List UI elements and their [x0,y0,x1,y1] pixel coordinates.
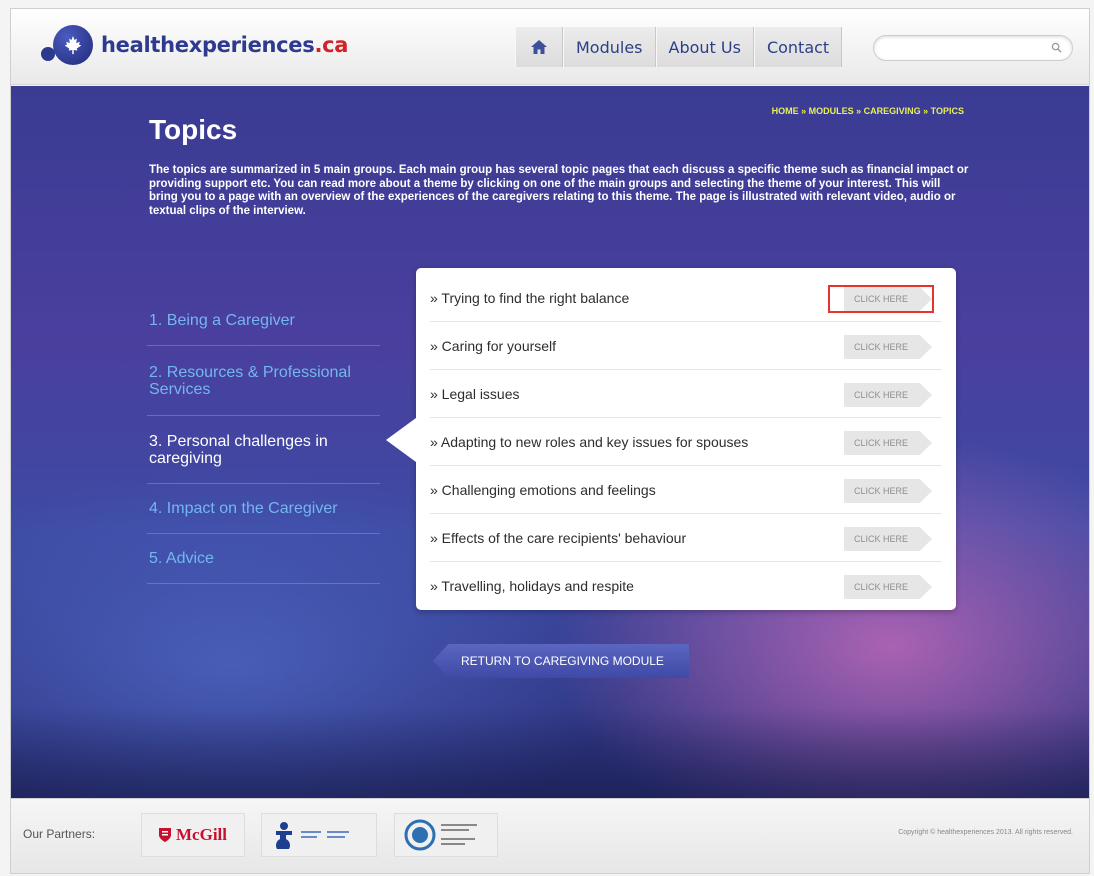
partner-name: McGill [176,825,227,844]
intro-paragraph: The topics are summarized in 5 main grou… [149,164,969,217]
click-here-button[interactable]: CLICK HERE [844,335,932,359]
topic-groups-list: 1. Being a Caregiver 2. Resources & Prof… [147,296,380,584]
highlight-box [828,285,934,313]
topic-label[interactable]: » Legal issues [430,386,520,402]
topic-row: » Legal issues CLICK HERE [430,370,942,418]
partner-figure-logo-icon [276,822,349,849]
copyright-notice: Copyright © healthexperiences 2013. All … [898,829,1073,836]
nav-modules[interactable]: Modules [563,27,656,67]
page-title: Topics [149,114,238,145]
nav-contact[interactable]: Contact [753,27,843,67]
click-here-button[interactable]: CLICK HERE [844,431,932,455]
nav-home[interactable] [515,27,563,67]
click-here-button[interactable]: CLICK HERE [844,383,932,407]
topic-label[interactable]: » Challenging emotions and feelings [430,482,656,498]
partner-logo-3[interactable] [394,813,498,857]
partner-logo-mcgill[interactable]: McGill [141,813,245,857]
topic-row: » Trying to find the right balance CLICK… [430,274,942,322]
maple-leaf-logo-icon [39,21,99,69]
topic-label[interactable]: » Travelling, holidays and respite [430,578,634,594]
topic-label[interactable]: » Caring for yourself [430,338,556,354]
partners-label: Our Partners: [23,827,96,841]
group-item-personal-challenges[interactable]: 3. Personal challenges in caregiving [147,416,380,484]
group-item-being-a-caregiver[interactable]: 1. Being a Caregiver [147,296,380,346]
click-here-button[interactable]: CLICK HERE [844,479,932,503]
topic-row: » Adapting to new roles and key issues f… [430,418,942,466]
site-logo[interactable]: healthexperiences.ca [39,21,348,69]
topic-label[interactable]: » Adapting to new roles and key issues f… [430,434,748,450]
nav-about-us[interactable]: About Us [655,27,754,67]
return-to-module-button[interactable]: RETURN TO CAREGIVING MODULE [433,644,689,678]
partner-globe-logo-icon [404,819,477,851]
home-icon [531,40,547,54]
main-content: HOME » MODULES » CAREGIVING » TOPICS Top… [11,86,1089,798]
topic-row: » Effects of the care recipients' behavi… [430,514,942,562]
click-here-button[interactable]: CLICK HERE [844,527,932,551]
topic-row: » Travelling, holidays and respite CLICK… [430,562,942,610]
card-pointer [386,418,416,462]
main-nav: Modules About Us Contact [515,27,843,67]
topics-card: » Trying to find the right balance CLICK… [386,268,956,610]
site-header: healthexperiences.ca Modules About Us Co… [11,9,1089,85]
search-box [873,35,1073,61]
topic-row: » Caring for yourself CLICK HERE [430,322,942,370]
browser-viewport: healthexperiences.ca Modules About Us Co… [10,8,1090,874]
topic-row: » Challenging emotions and feelings CLIC… [430,466,942,514]
group-item-impact-on-caregiver[interactable]: 4. Impact on the Caregiver [147,484,380,534]
topic-label[interactable]: » Effects of the care recipients' behavi… [430,530,686,546]
search-input[interactable] [874,36,1044,60]
breadcrumb[interactable]: HOME » MODULES » CAREGIVING » TOPICS [772,106,964,116]
topic-label[interactable]: » Trying to find the right balance [430,290,629,306]
site-footer: Our Partners: McGill Copyright © healthe… [11,798,1089,873]
logo-wordmark: healthexperiences.ca [101,33,349,57]
mcgill-crest-icon [159,828,171,842]
search-icon[interactable] [1051,42,1062,53]
partner-logo-2[interactable] [261,813,377,857]
click-here-button[interactable]: CLICK HERE [844,575,932,599]
group-item-resources-professional-services[interactable]: 2. Resources & Professional Services [147,346,380,416]
group-item-advice[interactable]: 5. Advice [147,534,380,584]
